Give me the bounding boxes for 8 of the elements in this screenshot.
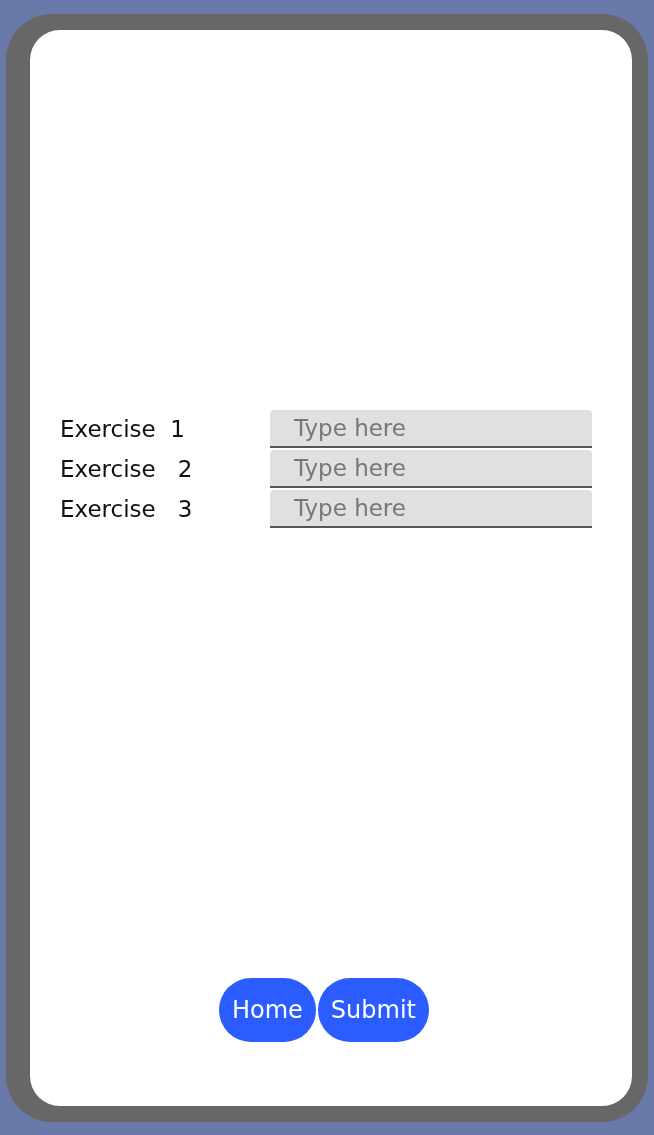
input-field[interactable]: Type here [270,410,592,448]
input-field[interactable]: Type here [270,450,592,488]
exercise-label: Exercise 3 [59,496,194,522]
home-button[interactable]: Home [219,978,316,1042]
input-field[interactable]: Type here [270,490,592,528]
exercise-label: Exercise 2 [59,456,194,482]
exercise-label: Exercise 1 [59,416,186,442]
submit-button[interactable]: Submit [317,978,429,1042]
